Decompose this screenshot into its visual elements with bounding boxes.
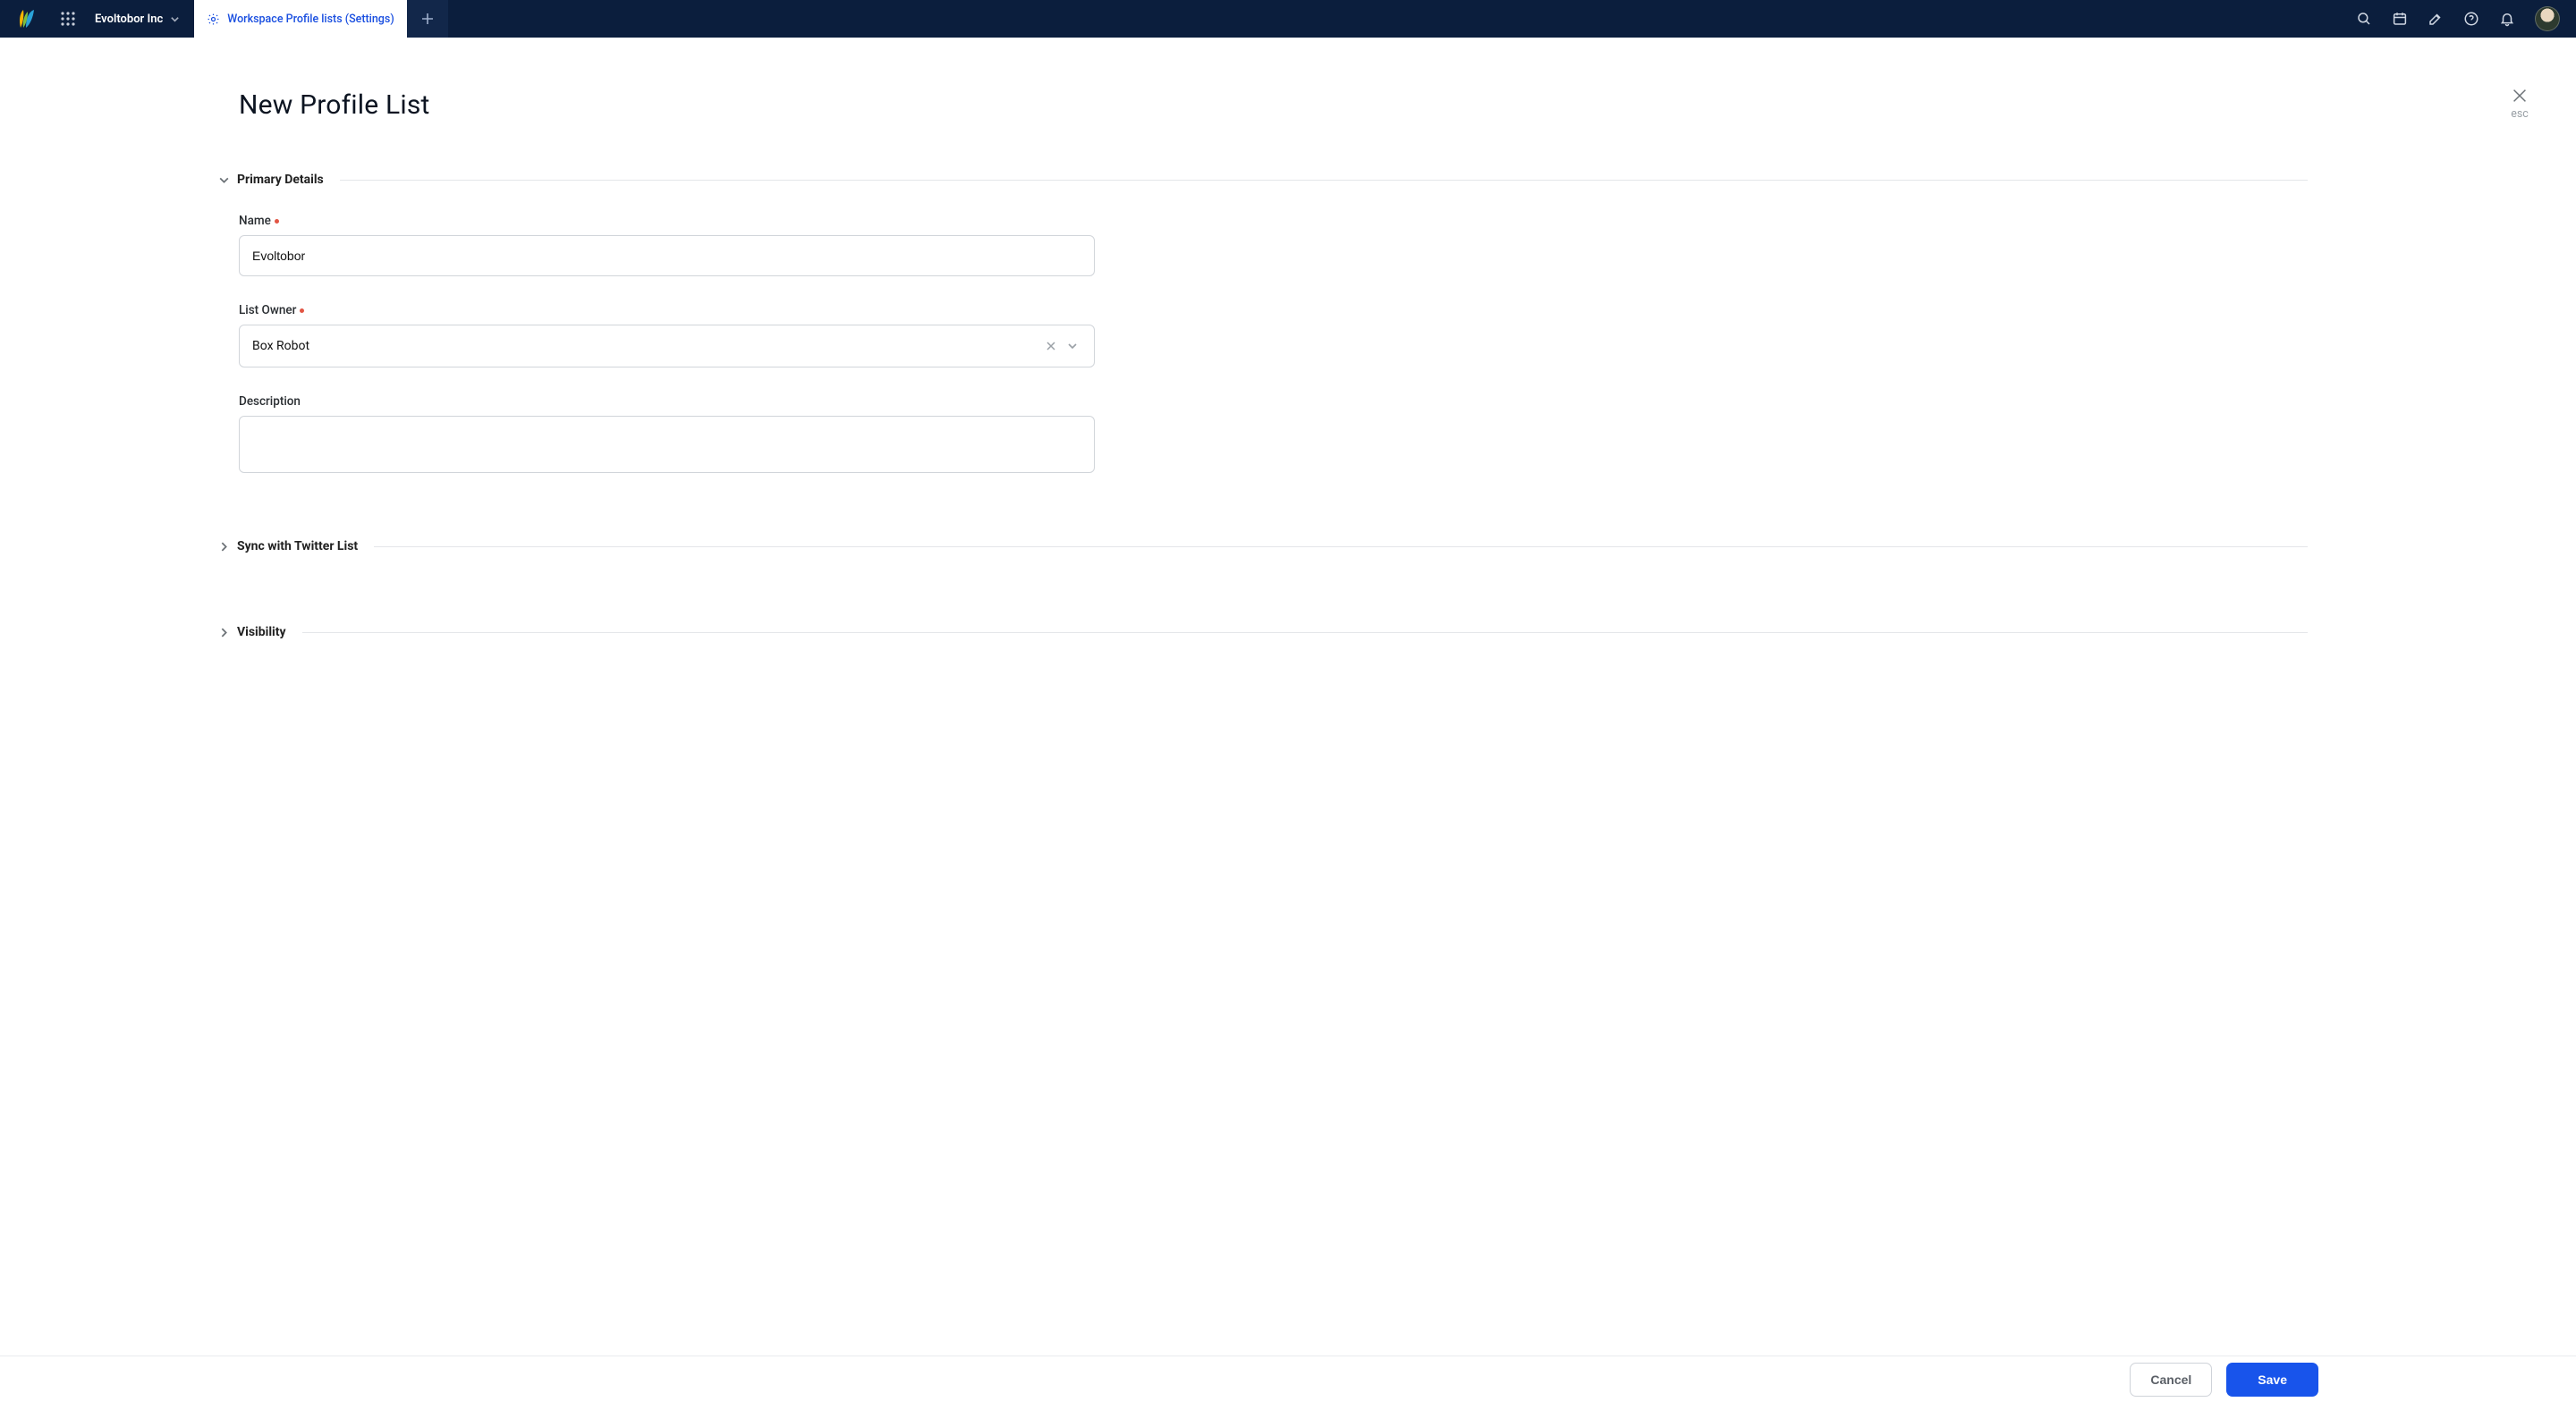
section-body-primary-details: Name List Owner Box Robot: [218, 214, 2308, 477]
new-tab-button[interactable]: [407, 0, 448, 38]
help-icon[interactable]: [2463, 11, 2479, 27]
sprinklr-logo[interactable]: [0, 0, 50, 38]
close-button[interactable]: esc: [2510, 86, 2529, 121]
field-name: Name: [239, 214, 2308, 276]
section-divider: [340, 180, 2308, 181]
section-title: Visibility: [237, 625, 286, 639]
list-owner-select[interactable]: Box Robot: [239, 325, 1095, 367]
search-icon[interactable]: [2356, 11, 2372, 27]
section-sync-twitter: Sync with Twitter List: [0, 539, 2576, 553]
calendar-icon[interactable]: [2392, 11, 2408, 27]
top-nav-bar: Evoltobor Inc Workspace Profile lists (S…: [0, 0, 2576, 38]
tab-label: Workspace Profile lists (Settings): [227, 13, 394, 26]
label-text: List Owner: [239, 303, 296, 317]
label-text: Name: [239, 214, 271, 228]
description-input[interactable]: [239, 416, 1095, 473]
workspace-selector[interactable]: Evoltobor Inc: [86, 0, 194, 38]
notifications-icon[interactable]: [2499, 11, 2515, 27]
section-header-sync-twitter[interactable]: Sync with Twitter List: [218, 539, 2308, 553]
section-primary-details: Primary Details Name List Owner Box Robo…: [0, 173, 2576, 477]
field-description: Description: [239, 394, 2308, 477]
section-divider: [374, 546, 2308, 547]
page-header: New Profile List esc: [0, 89, 2576, 121]
field-label-description: Description: [239, 394, 2308, 409]
field-label-name: Name: [239, 214, 2308, 228]
section-divider: [302, 632, 2308, 633]
section-title: Primary Details: [237, 173, 324, 187]
chevron-right-icon: [218, 541, 230, 553]
chevron-down-icon: [218, 174, 230, 186]
section-visibility: Visibility: [0, 625, 2576, 639]
cancel-button[interactable]: Cancel: [2130, 1363, 2212, 1397]
apps-launcher-icon[interactable]: [50, 0, 86, 38]
page-content: New Profile List esc Primary Details Nam…: [0, 38, 2576, 639]
close-esc-label: esc: [2510, 107, 2529, 121]
select-value: Box Robot: [252, 339, 1040, 353]
chevron-right-icon: [218, 627, 230, 638]
clear-icon[interactable]: [1040, 341, 1062, 351]
section-header-primary-details[interactable]: Primary Details: [218, 173, 2308, 187]
footer-action-bar: Cancel Save: [0, 1356, 2576, 1402]
top-nav-right: [2356, 0, 2576, 38]
field-list-owner: List Owner Box Robot: [239, 303, 2308, 367]
label-text: Description: [239, 394, 301, 409]
workspace-name-label: Evoltobor Inc: [95, 13, 163, 26]
section-title: Sync with Twitter List: [237, 539, 358, 553]
compose-icon[interactable]: [2428, 11, 2444, 27]
required-indicator-icon: [275, 219, 279, 224]
user-avatar[interactable]: [2535, 6, 2560, 31]
top-nav-left: Evoltobor Inc Workspace Profile lists (S…: [0, 0, 448, 38]
save-button[interactable]: Save: [2226, 1363, 2318, 1397]
section-header-visibility[interactable]: Visibility: [218, 625, 2308, 639]
gear-icon: [207, 13, 220, 26]
required-indicator-icon: [300, 308, 304, 313]
chevron-down-icon[interactable]: [1062, 341, 1083, 351]
close-icon: [2510, 86, 2529, 106]
tab-workspace-profile-lists[interactable]: Workspace Profile lists (Settings): [194, 0, 406, 38]
name-input[interactable]: [239, 235, 1095, 276]
field-label-list-owner: List Owner: [239, 303, 2308, 317]
page-title: New Profile List: [239, 89, 2540, 121]
chevron-down-icon: [170, 14, 180, 24]
